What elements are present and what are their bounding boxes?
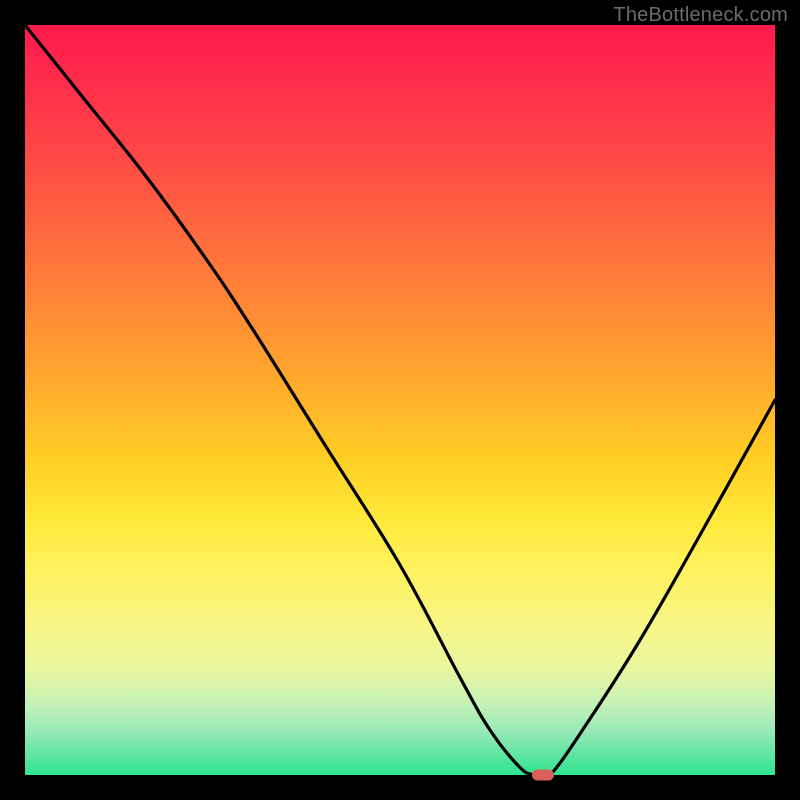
plot-area	[25, 25, 775, 775]
chart-stage: TheBottleneck.com	[0, 0, 800, 800]
optimum-marker	[532, 770, 554, 781]
gradient-background	[25, 25, 775, 775]
watermark-text: TheBottleneck.com	[613, 4, 788, 27]
